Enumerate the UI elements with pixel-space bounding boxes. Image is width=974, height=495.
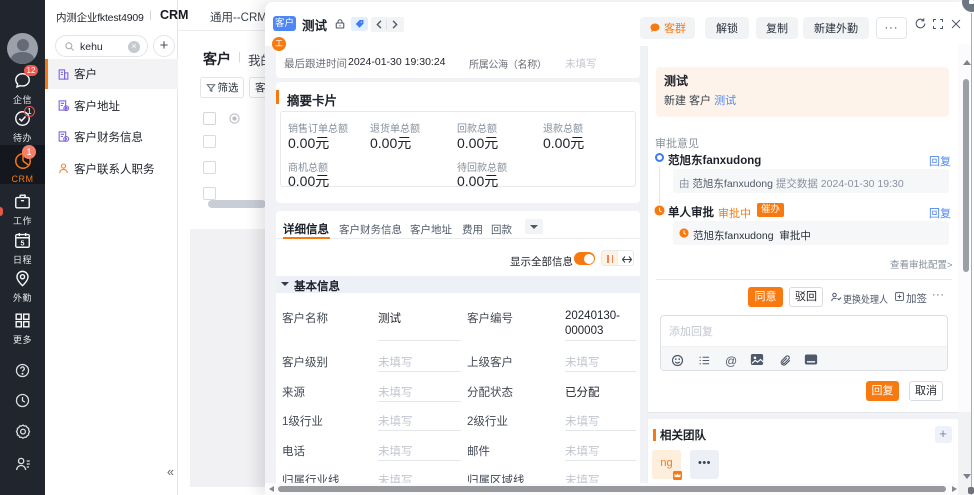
svg-text:5: 5 bbox=[21, 239, 25, 247]
